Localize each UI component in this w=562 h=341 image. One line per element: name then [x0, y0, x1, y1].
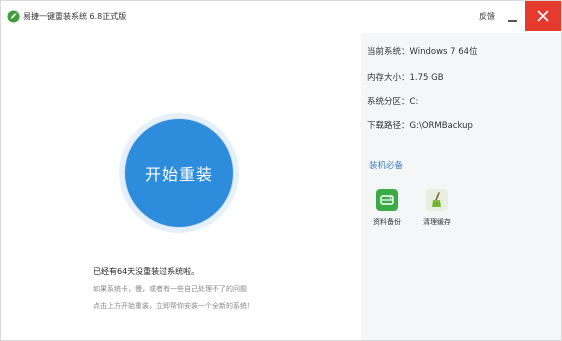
status-text: 已经有64天没重装过系统啦。: [93, 267, 200, 276]
info-memory: 内存大小：1.75 GB: [367, 71, 444, 83]
broom-icon: [426, 189, 448, 211]
hint-text-1: 如果系统卡，慢，或者有一些自己处理不了的问题: [93, 285, 247, 293]
app-title: 易捷一键重装系统 6.8正式版: [23, 12, 127, 21]
minimize-icon[interactable]: [501, 5, 525, 29]
tools-section-title: 装机必备: [369, 161, 404, 171]
app-logo-icon: [7, 10, 20, 23]
info-partition: 系统分区：C:: [367, 95, 418, 107]
info-value: C:: [409, 97, 419, 107]
info-sidebar: 当前系统：Windows 7 64位 内存大小：1.75 GB 系统分区：C: …: [361, 33, 561, 340]
start-button-ring: 开始重装: [119, 113, 239, 233]
feedback-link[interactable]: 反馈: [479, 11, 495, 22]
clean-cache-tool-button[interactable]: 清理缓存: [417, 189, 457, 227]
info-value: Windows 7 64位: [409, 47, 478, 57]
backup-tool-label: 资料备份: [373, 218, 401, 226]
backup-icon: [376, 189, 398, 211]
info-label: 系统分区：: [367, 97, 410, 107]
close-button[interactable]: [525, 1, 561, 31]
backup-tool-button[interactable]: 资料备份: [367, 189, 407, 227]
start-reinstall-button[interactable]: 开始重装: [125, 119, 233, 227]
info-value: G:\ORMBackup: [409, 121, 473, 131]
info-label: 内存大小：: [367, 73, 410, 83]
info-download-path: 下载路径：G:\ORMBackup: [367, 119, 473, 131]
main-panel: 开始重装 已经有64天没重装过系统啦。 如果系统卡，慢，或者有一些自己处理不了的…: [1, 33, 361, 340]
info-value: 1.75 GB: [409, 73, 444, 83]
title-bar: 易捷一键重装系统 6.8正式版 反馈: [1, 1, 561, 33]
hint-text-2: 点击上方开始重装，立即帮你安装一个全新的系统！: [93, 302, 254, 310]
info-label: 下载路径：: [367, 121, 410, 131]
info-current-system: 当前系统：Windows 7 64位: [367, 45, 478, 57]
info-label: 当前系统：: [367, 47, 410, 57]
close-icon: [537, 10, 549, 22]
app-window: 易捷一键重装系统 6.8正式版 反馈 开始重装 已经有64天没重装过系统啦。 如…: [0, 0, 562, 341]
clean-cache-tool-label: 清理缓存: [423, 218, 451, 226]
